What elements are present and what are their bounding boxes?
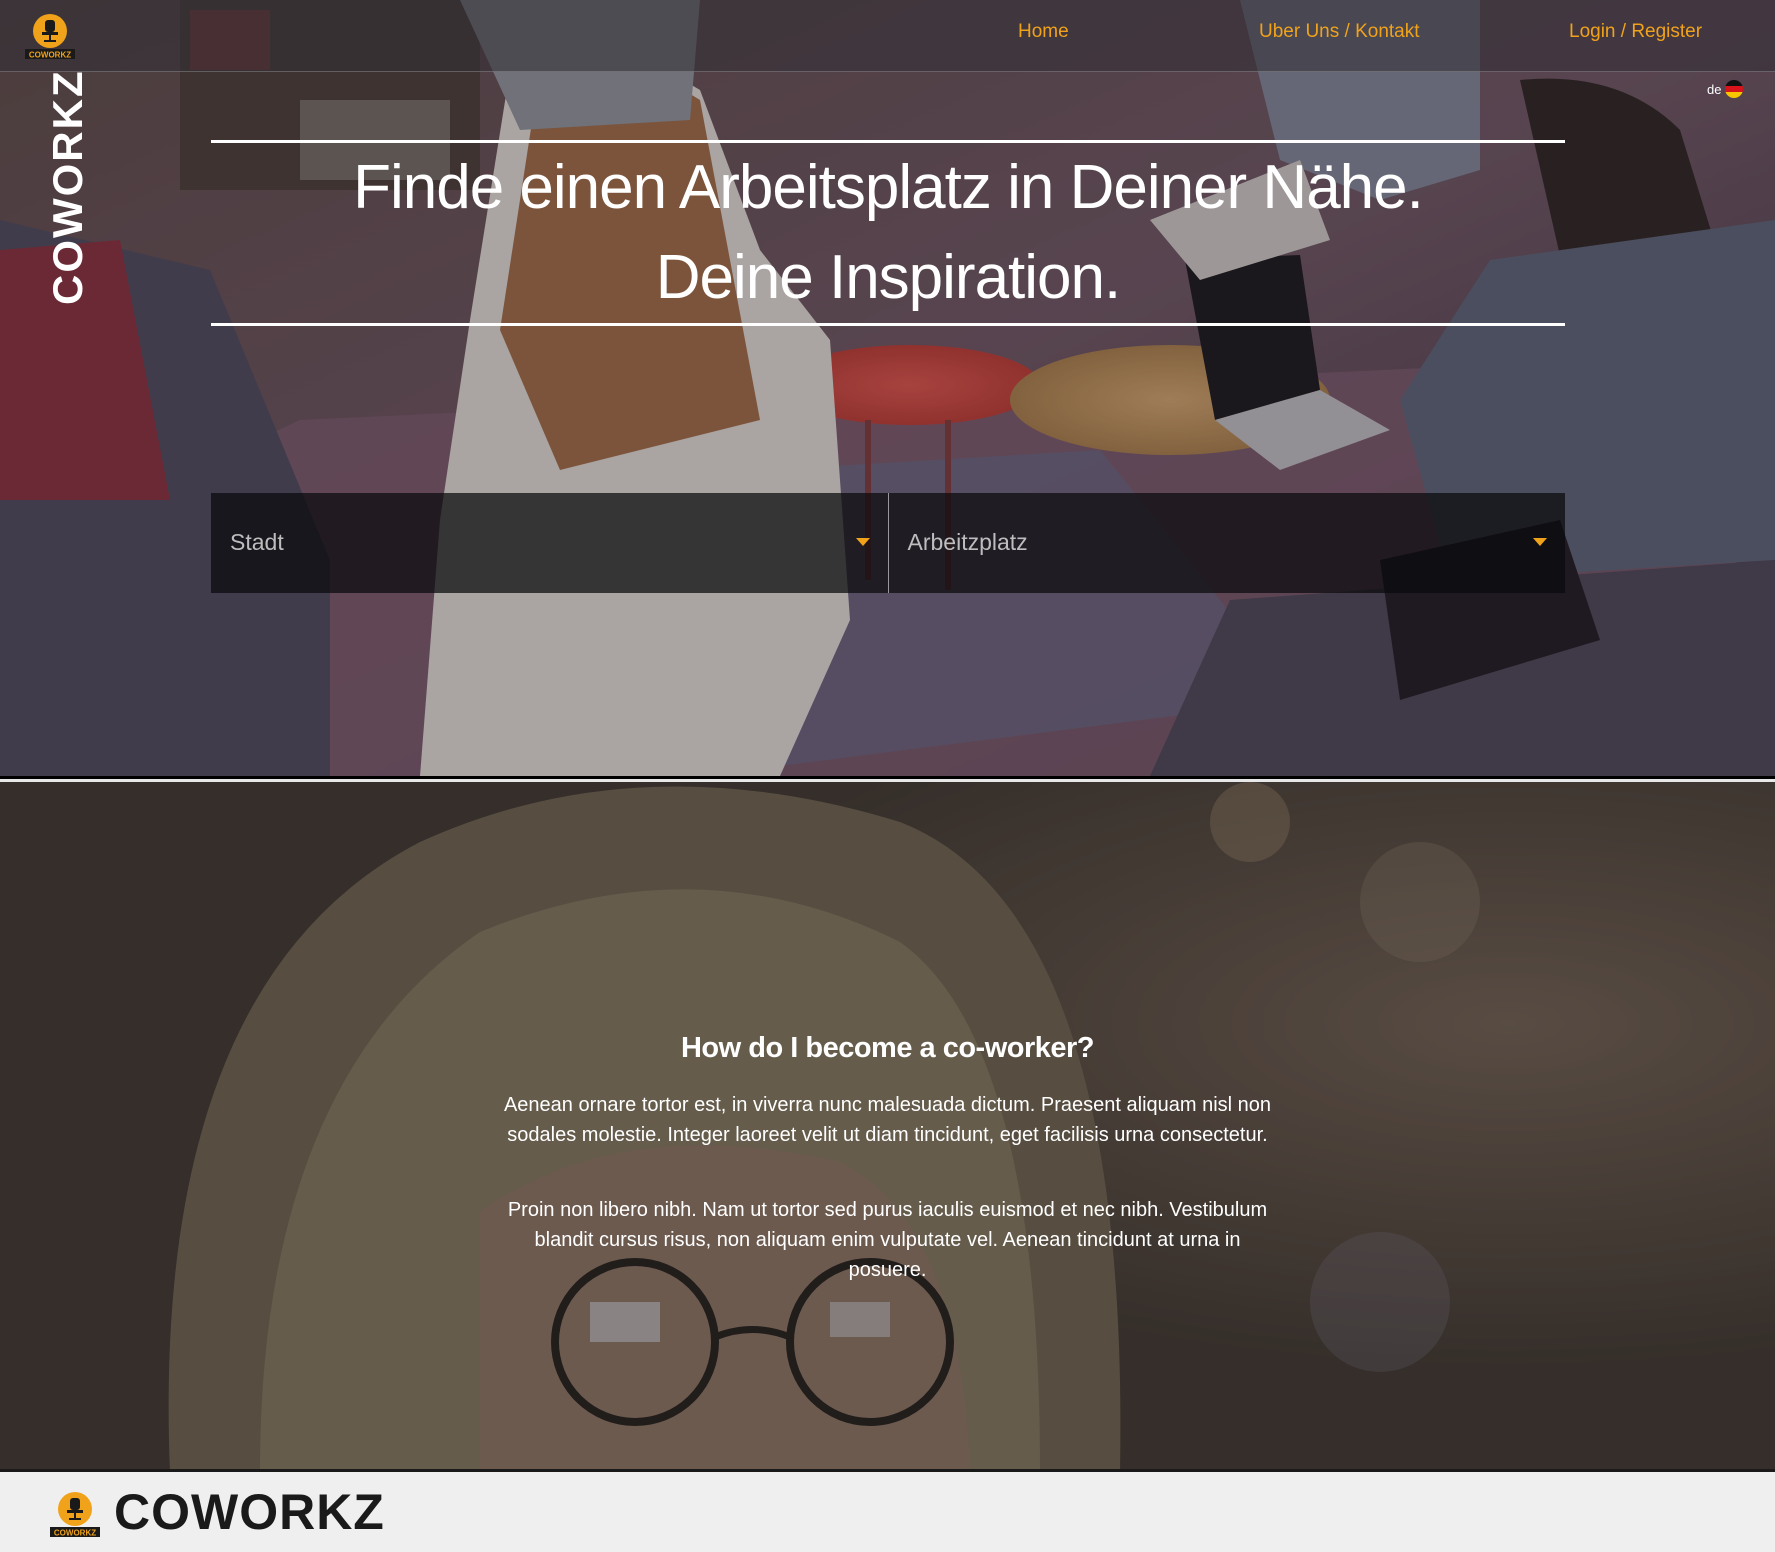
how-to-section: How do I become a co-worker? Aenean orna… [0, 779, 1775, 1472]
coworkz-logo-icon[interactable]: COWORKZ [47, 1490, 103, 1538]
city-select-placeholder: Stadt [230, 529, 284, 555]
chevron-down-icon [855, 538, 870, 546]
city-select[interactable]: Stadt [211, 493, 888, 593]
footer: COWORKZ COWORKZ [0, 1469, 1775, 1552]
top-navbar: COWORKZ Home Uber Uns / Kontakt Login / … [0, 0, 1775, 72]
hero-bottom-divider [211, 323, 1565, 326]
hero-headline: Finde einen Arbeitsplatz in Deiner Nähe.… [211, 143, 1565, 323]
language-code: de [1707, 81, 1722, 97]
logo-lettering: COWORKZ [29, 51, 71, 60]
nav-link-home[interactable]: Home [1018, 21, 1069, 43]
info-paragraph-1: Aenean ornare tortor est, in viverra nun… [503, 1094, 1272, 1146]
nav-link-login-register[interactable]: Login / Register [1569, 21, 1702, 43]
search-bar: Stadt Arbeitzplatz [211, 493, 1565, 593]
footer-brand-name: COWORKZ [114, 1484, 385, 1540]
hero-background-photo [0, 0, 1775, 776]
chevron-down-icon [1533, 538, 1547, 546]
language-switcher[interactable]: de [1707, 80, 1744, 98]
nav-link-about-contact[interactable]: Uber Uns / Kontakt [1259, 21, 1420, 43]
hero-headline-line-2: Deine Inspiration. [655, 243, 1122, 312]
germany-flag-icon [1725, 80, 1744, 98]
coworkz-logo-icon[interactable]: COWORKZ [23, 12, 77, 60]
info-heading: How do I become a co-worker? [680, 1032, 1095, 1064]
workplace-select[interactable]: Arbeitzplatz [887, 493, 1566, 593]
info-paragraph-2: Proin non libero nibh. Nam ut tortor sed… [507, 1199, 1268, 1281]
hero-section: COWORKZ Home Uber Uns / Kontakt Login / … [0, 0, 1775, 776]
hero-headline-line-1: Finde einen Arbeitsplatz in Deiner Nähe. [353, 153, 1424, 222]
vertical-brand-text: COWORKZ [44, 69, 91, 305]
workplace-select-placeholder: Arbeitzplatz [907, 529, 1028, 555]
logo-lettering: COWORKZ [54, 1529, 96, 1538]
